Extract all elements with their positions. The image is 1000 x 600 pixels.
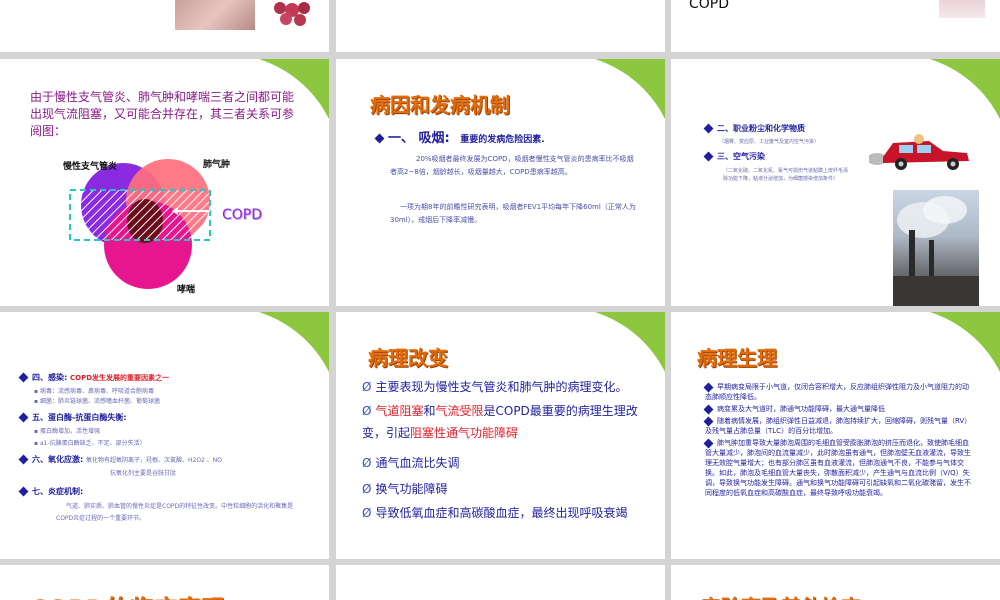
diamond-bullet-icon bbox=[703, 416, 714, 426]
copd-dashed-box bbox=[69, 189, 211, 241]
oxidative-heading: 六、氧化应激: 氧化物有超氧阴离子，羟根、次氯酸、H2O2 、NO bbox=[18, 454, 222, 465]
slide-3[interactable]: COPD bbox=[671, 0, 1000, 52]
slide-11[interactable] bbox=[336, 565, 665, 600]
physiology-p2: 病变累及大气道时，肺通气功能障碍，最大通气量降低 bbox=[703, 404, 973, 414]
label-copd: COPD bbox=[222, 207, 263, 223]
slide-title: 病理改变 bbox=[368, 346, 448, 370]
protease-b2: ▪ a1-抗胰蛋白酶缺乏、不足、部分失活） bbox=[34, 440, 146, 447]
section-heading-smoking: 一、 吸烟: 重要的发病危险因素. bbox=[374, 127, 545, 146]
inflammation-text: 气道、肺实质、肺血管的慢性炎症是COPD的特征性改变。中性粒细胞的活化和聚集是C… bbox=[56, 503, 294, 522]
diamond-bullet-icon bbox=[703, 404, 714, 414]
diamond-bullet-icon bbox=[18, 486, 29, 497]
infection-bacteria: ▪ 细菌：肺炎链球菌、流感嗜血杆菌、葡萄球菌 bbox=[34, 398, 160, 405]
slide-title: COPD的临床表现 bbox=[30, 589, 226, 600]
car-exhaust-image bbox=[869, 134, 969, 170]
pollution-subtext: （二氧化硫、二氧化氮、氯气可损伤气道粘膜上皮纤毛清除功能下降，粘液分泌增加，为细… bbox=[723, 168, 849, 182]
slide-10[interactable]: COPD的临床表现 bbox=[0, 565, 329, 600]
diamond-bullet-icon bbox=[703, 438, 714, 448]
diamond-bullet-icon bbox=[18, 454, 29, 465]
diamond-bullet-icon bbox=[703, 151, 714, 162]
label-bronchitis: 慢性支气管炎 bbox=[63, 162, 118, 172]
oxidative-text2: 抗氧化剂主要是谷胱甘肽 bbox=[110, 470, 177, 477]
green-swoosh-decoration bbox=[259, 312, 329, 372]
pathology-bullet-2: Ø 气道阻塞和气流受限是COPD最重要的病理生理改变，引起阻塞性通气功能障碍 bbox=[362, 404, 638, 440]
factory-smoke-image bbox=[893, 190, 979, 306]
slide-4[interactable]: 由于慢性支气管炎、肺气肿和哮喘三者之间都可能出现气流阻塞，又可能合并存在，其三者… bbox=[0, 59, 329, 306]
diamond-bullet-icon bbox=[703, 123, 714, 134]
venn-diagram bbox=[69, 159, 211, 289]
section-heading-dust: 二、职业粉尘和化学物质 bbox=[703, 123, 805, 134]
slide-9[interactable]: 病理生理 早期病变局限于小气道，仅闭合容积增大，反应肺组织弹性阻力及小气道阻力的… bbox=[671, 312, 1000, 559]
diamond-bullet-icon bbox=[18, 372, 29, 383]
smoking-paragraph-1: 20%吸烟者最终发展为COPD，吸烟者慢性支气管炎的患病率比不吸烟者高2~8倍，… bbox=[390, 155, 634, 176]
dust-subtext: （烟雾、变应原、工业废气及室内空气污染） bbox=[719, 139, 820, 145]
infection-virus: ▪ 病毒：流感病毒、鼻病毒、呼吸道合胞病毒 bbox=[34, 388, 154, 395]
copd-label: COPD bbox=[689, 0, 730, 12]
slide-1[interactable] bbox=[0, 0, 329, 52]
lung-tissue-image bbox=[175, 0, 255, 30]
slide-6[interactable]: 二、职业粉尘和化学物质 （烟雾、变应原、工业废气及室内空气污染） 三、空气污染 … bbox=[671, 59, 1000, 306]
green-swoosh-decoration bbox=[930, 59, 1000, 119]
pathology-bullet-5: Ø 导致低氧血症和高碳酸血症，最终出现呼吸衰竭 bbox=[362, 506, 628, 520]
pathology-bullet-4: Ø 换气功能障碍 bbox=[362, 482, 448, 496]
diamond-bullet-icon bbox=[374, 133, 385, 144]
slide-8[interactable]: 病理改变 Ø 主要表现为慢性支气管炎和肺气肿的病理变化。 Ø 气道阻塞和气流受限是C… bbox=[336, 312, 665, 559]
green-swoosh-decoration bbox=[595, 312, 665, 372]
physiology-p1: 早期病变局限于小气道，仅闭合容积增大，反应肺组织弹性阻力及小气道阻力的动态肺顺应… bbox=[703, 382, 969, 401]
physiology-p4: 肺气肿加重导致大量肺泡周围的毛细血管受膨胀肺泡的挤压而退化，致使肺毛细血管大量减… bbox=[703, 438, 971, 497]
alveoli-image bbox=[270, 0, 314, 28]
slide-2[interactable] bbox=[336, 0, 665, 52]
copd-thumbnail bbox=[939, 0, 985, 18]
section-heading-pollution: 三、空气污染 bbox=[703, 151, 765, 162]
pathology-bullet-1: Ø 主要表现为慢性支气管炎和肺气肿的病理变化。 bbox=[362, 380, 628, 394]
inflammation-heading: 七、炎症机制: bbox=[18, 486, 83, 497]
diamond-bullet-icon bbox=[18, 412, 29, 423]
slide-title: 病理生理 bbox=[697, 346, 777, 370]
label-emphysema: 肺气肿 bbox=[203, 160, 231, 170]
pathology-bullet-3: Ø 通气血流比失调 bbox=[362, 456, 460, 470]
protease-heading: 五、蛋白酶-抗蛋白酶失衡: bbox=[18, 412, 127, 423]
green-swoosh-decoration bbox=[595, 59, 665, 119]
physiology-p3: 随着病情发展，肺组织弹性日益减退，肺泡持续扩大，回缩障碍，则残气量（RV）及残气… bbox=[703, 416, 972, 435]
slide-7[interactable]: 四、感染: COPD发生发展的重要因素之一 ▪ 病毒：流感病毒、鼻病毒、呼吸道合… bbox=[0, 312, 329, 559]
protease-b1: ▪ 蛋白酶增加，活性增强 bbox=[34, 428, 100, 435]
label-asthma: 哮喘 bbox=[177, 285, 196, 295]
slide-title: 实验室及其他检查 bbox=[701, 591, 861, 600]
infection-heading: 四、感染: COPD发生发展的重要因素之一 bbox=[18, 372, 169, 383]
green-swoosh-decoration bbox=[930, 312, 1000, 372]
slide-5[interactable]: 病因和发病机制 一、 吸烟: 重要的发病危险因素. 20%吸烟者最终发展为COP… bbox=[336, 59, 665, 306]
diamond-bullet-icon bbox=[703, 382, 714, 392]
relationship-text: 由于慢性支气管炎、肺气肿和哮喘三者之间都可能出现气流阻塞，又可能合并存在，其三者… bbox=[30, 90, 295, 138]
smoking-paragraph-2: 一项为期8年的前瞻性研究表明，吸烟者FEV1平均每年下降60ml（正常人为30m… bbox=[390, 203, 636, 224]
slide-title: 病因和发病机制 bbox=[370, 93, 510, 117]
slide-12[interactable]: 实验室及其他检查 bbox=[671, 565, 1000, 600]
